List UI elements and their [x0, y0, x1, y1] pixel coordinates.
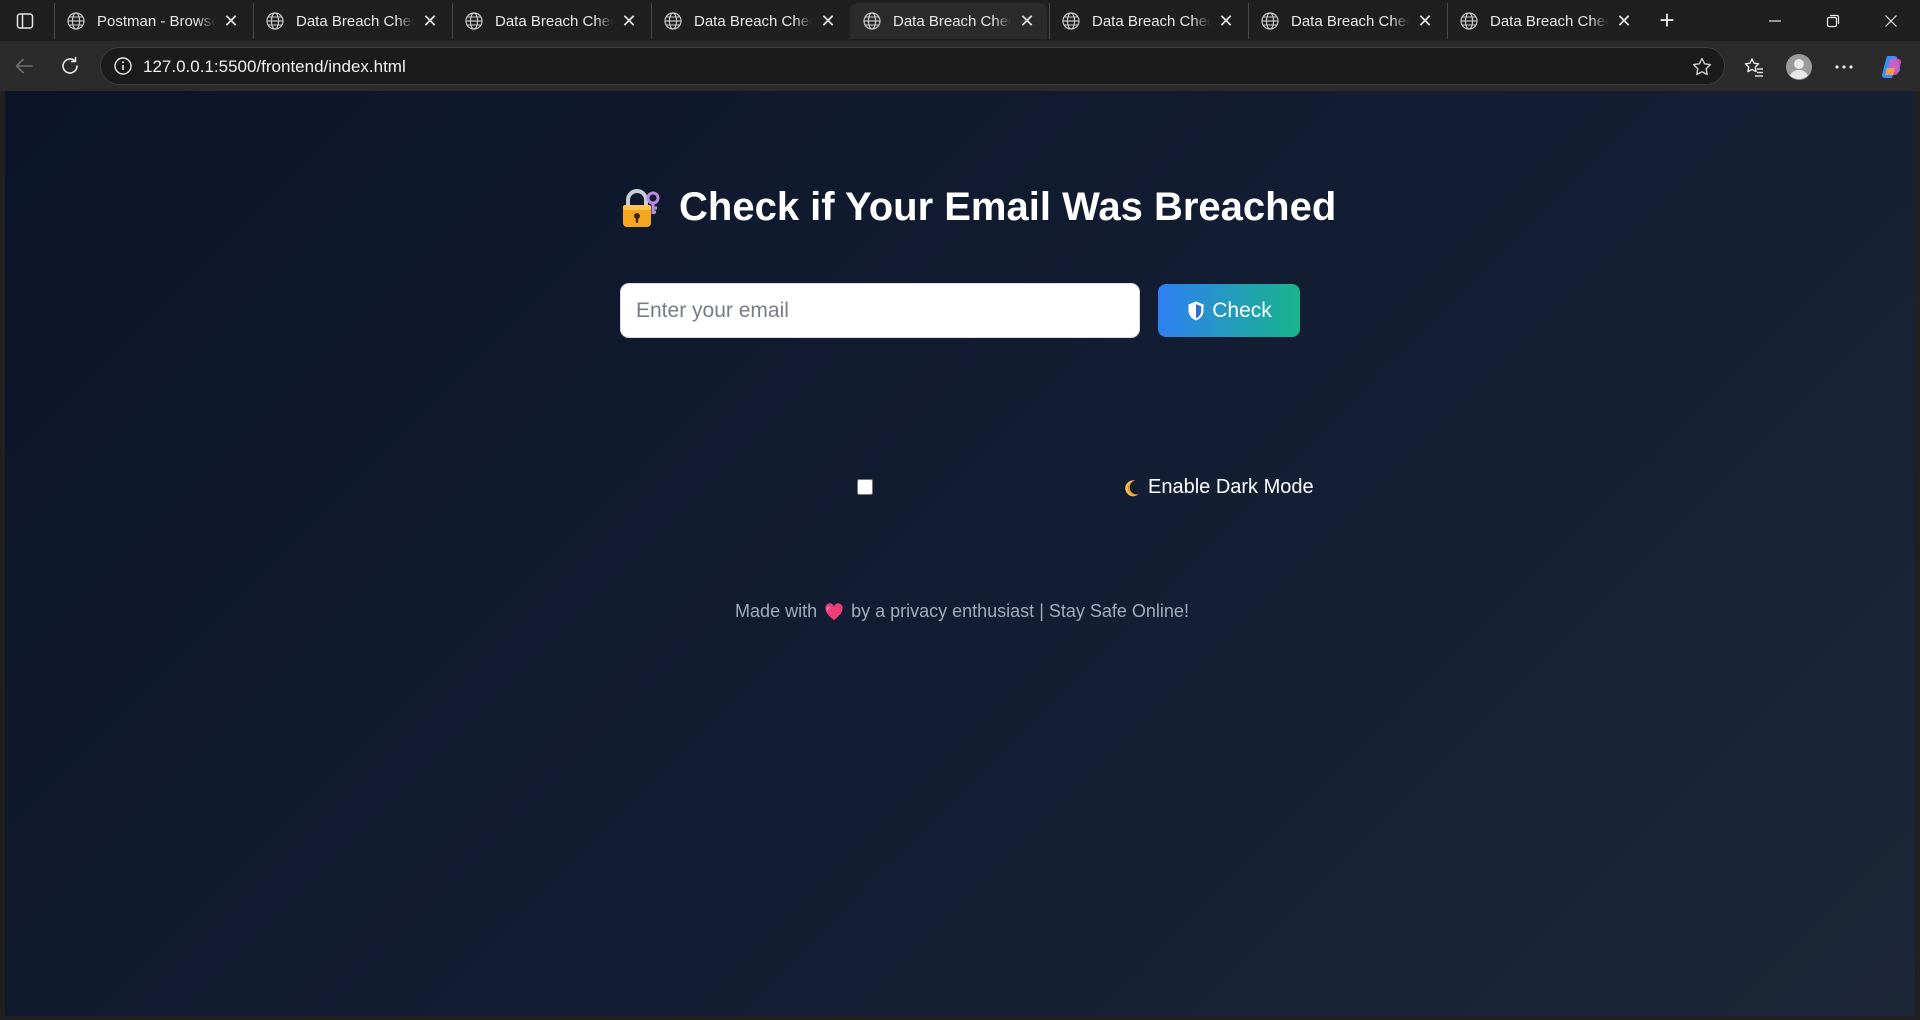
- check-button[interactable]: Check: [1158, 284, 1300, 337]
- back-button[interactable]: [8, 50, 40, 82]
- tab-title: Data Breach Checker: [296, 12, 414, 30]
- shield-icon: [1188, 301, 1204, 320]
- globe-icon: [463, 10, 485, 32]
- page-title: Check if Your Email Was Breached: [617, 185, 1336, 230]
- browser-tab[interactable]: Data Breach Checker ✕: [1447, 3, 1644, 39]
- browser-tab[interactable]: Data Breach Checker ✕: [1248, 3, 1445, 39]
- minimize-button[interactable]: [1747, 0, 1803, 41]
- tab-close-icon[interactable]: ✕: [1614, 11, 1634, 31]
- dark-mode-label[interactable]: Enable Dark Mode: [1120, 476, 1314, 499]
- tab-title: Data Breach Checker: [694, 12, 812, 30]
- globe-icon: [1259, 10, 1281, 32]
- more-options-icon[interactable]: [1828, 51, 1860, 83]
- address-bar[interactable]: 127.0.0.1:5500/frontend/index.html: [100, 47, 1725, 85]
- tab-title: Data Breach Checker: [893, 12, 1011, 30]
- site-info-icon[interactable]: [113, 56, 133, 76]
- new-tab-button[interactable]: +: [1652, 6, 1682, 36]
- globe-icon: [1060, 10, 1082, 32]
- tab-title: Data Breach Checker: [1490, 12, 1608, 30]
- tab-close-icon[interactable]: ✕: [818, 11, 838, 31]
- tab-close-icon[interactable]: ✕: [1415, 11, 1435, 31]
- tab-title: Data Breach Checker: [495, 12, 613, 30]
- tab-title: Data Breach Checker: [1092, 12, 1210, 30]
- tab-title: Postman - Browser: [97, 12, 215, 30]
- favorites-icon[interactable]: [1738, 51, 1770, 83]
- dark-mode-label-text: Enable Dark Mode: [1148, 476, 1314, 498]
- email-input[interactable]: [620, 283, 1140, 338]
- tab-close-icon[interactable]: ✕: [619, 11, 639, 31]
- sidebar-toggle-icon[interactable]: [12, 8, 38, 34]
- copilot-icon[interactable]: [1876, 51, 1908, 83]
- globe-icon: [861, 10, 883, 32]
- footer: Made with by a privacy enthusiast | Stay…: [5, 601, 1915, 622]
- refresh-button[interactable]: [54, 50, 86, 82]
- profile-avatar-icon[interactable]: [1783, 51, 1815, 83]
- tab-close-icon[interactable]: ✕: [221, 11, 241, 31]
- browser-tab[interactable]: Data Breach Checker ✕: [651, 3, 848, 39]
- check-button-label: Check: [1212, 298, 1272, 322]
- lock-with-key-icon: [623, 188, 660, 227]
- restore-button[interactable]: [1805, 0, 1861, 41]
- footer-text-start: Made with: [735, 601, 818, 621]
- browser-tab[interactable]: Data Breach Checker ✕: [1049, 3, 1246, 39]
- globe-icon: [65, 10, 87, 32]
- browser-tab[interactable]: Postman - Browser ✕: [54, 3, 251, 39]
- browser-tab[interactable]: Data Breach Checker ✕: [253, 3, 450, 39]
- browser-tab[interactable]: Data Breach Checker ✕: [452, 3, 649, 39]
- favorite-star-icon[interactable]: [1690, 55, 1714, 79]
- tab-strip: Postman - Browser✕Data Breach Checker✕Da…: [0, 0, 1920, 41]
- globe-icon: [662, 10, 684, 32]
- moon-icon: [1125, 479, 1139, 496]
- globe-icon: [1458, 10, 1480, 32]
- window-close-button[interactable]: [1863, 0, 1919, 41]
- tab-close-icon[interactable]: ✕: [1017, 11, 1037, 31]
- tab-title: Data Breach Checker: [1291, 12, 1409, 30]
- globe-icon: [264, 10, 286, 32]
- tab-close-icon[interactable]: ✕: [420, 11, 440, 31]
- tab-close-icon[interactable]: ✕: [1216, 11, 1236, 31]
- dark-mode-checkbox[interactable]: [857, 479, 873, 495]
- browser-tab[interactable]: Data Breach Checker ✕: [850, 3, 1047, 39]
- footer-text-end: by a privacy enthusiast | Stay Safe Onli…: [851, 601, 1189, 621]
- page-title-text: Check if Your Email Was Breached: [679, 185, 1337, 229]
- page-viewport: Check if Your Email Was Breached Check E…: [5, 91, 1915, 1016]
- heart-icon: [825, 602, 843, 620]
- url-text[interactable]: 127.0.0.1:5500/frontend/index.html: [143, 57, 406, 77]
- browser-toolbar: 127.0.0.1:5500/frontend/index.html: [0, 41, 1920, 91]
